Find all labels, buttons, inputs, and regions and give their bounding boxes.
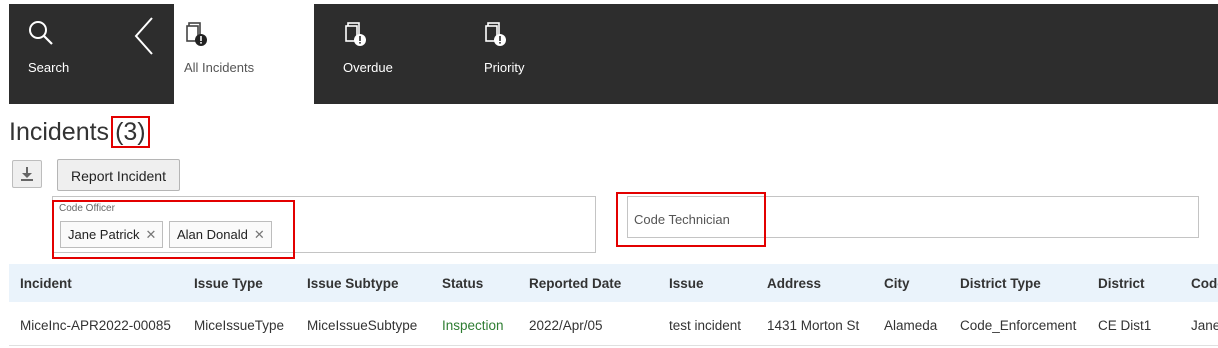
cell-issue: test incident bbox=[669, 318, 742, 333]
column-header[interactable]: Issue Subtype bbox=[307, 276, 399, 291]
report-incident-button[interactable]: Report Incident bbox=[57, 159, 180, 191]
cell-incident[interactable]: MiceInc-APR2022-00085 bbox=[20, 318, 171, 333]
tab-label: All Incidents bbox=[184, 60, 255, 75]
column-header[interactable]: Code bbox=[1191, 276, 1218, 291]
tab-all-incidents[interactable]: All Incidents bbox=[174, 4, 314, 104]
incident-list-icon bbox=[345, 22, 367, 53]
filter-chip-alan-donald[interactable]: Alan Donald ✕ bbox=[169, 221, 272, 248]
column-header[interactable]: Issue bbox=[669, 276, 704, 291]
tab-label: Priority bbox=[484, 60, 525, 75]
cell-district-type: Code_Enforcement bbox=[960, 318, 1077, 333]
chip-label: Alan Donald bbox=[177, 227, 248, 242]
row-divider bbox=[9, 345, 1218, 346]
cell-issue-type: MiceIssueType bbox=[194, 318, 285, 333]
search-icon bbox=[28, 20, 54, 51]
column-header[interactable]: District Type bbox=[960, 276, 1041, 291]
cell-status: Inspection bbox=[442, 318, 504, 333]
column-header[interactable]: Reported Date bbox=[529, 276, 621, 291]
incident-list-icon bbox=[186, 22, 208, 53]
code-officer-label: Code Officer bbox=[59, 203, 115, 214]
code-technician-placeholder: Code Technician bbox=[634, 212, 730, 227]
search-label: Search bbox=[28, 60, 70, 75]
incident-list-icon bbox=[485, 22, 507, 53]
column-header[interactable]: Status bbox=[442, 276, 483, 291]
close-icon[interactable]: ✕ bbox=[254, 227, 265, 242]
column-header[interactable]: Incident bbox=[20, 276, 72, 291]
column-header[interactable]: City bbox=[884, 276, 910, 291]
close-icon[interactable]: ✕ bbox=[146, 227, 157, 242]
cell-reported-date: 2022/Apr/05 bbox=[529, 318, 603, 333]
cell-issue-subtype: MiceIssueSubtype bbox=[307, 318, 418, 333]
tab-priority[interactable]: Priority bbox=[474, 4, 584, 104]
cell-city: Alameda bbox=[884, 318, 938, 333]
column-header[interactable]: Address bbox=[767, 276, 821, 291]
tab-label: Overdue bbox=[343, 60, 393, 75]
code-technician-input[interactable]: Code Technician bbox=[627, 196, 1199, 238]
cell-address: 1431 Morton St bbox=[767, 318, 860, 333]
incident-count: (3) bbox=[111, 116, 150, 148]
cell-district: CE Dist1 bbox=[1098, 318, 1152, 333]
column-header[interactable]: District bbox=[1098, 276, 1145, 291]
column-header[interactable]: Issue Type bbox=[194, 276, 263, 291]
download-button[interactable] bbox=[12, 160, 42, 188]
chip-label: Jane Patrick bbox=[68, 227, 140, 242]
code-officer-filter[interactable]: Code Officer Jane Patrick ✕ Alan Donald ✕ bbox=[52, 196, 596, 253]
page-title-text: Incidents bbox=[9, 118, 110, 146]
search-nav-item[interactable]: Search bbox=[9, 4, 169, 104]
chevron-left-icon[interactable] bbox=[133, 16, 155, 61]
cell-code: Jane bbox=[1191, 318, 1218, 333]
filter-chip-jane-patrick[interactable]: Jane Patrick ✕ bbox=[60, 221, 164, 248]
page-title: Incidents (3) bbox=[9, 116, 150, 148]
tab-overdue[interactable]: Overdue bbox=[334, 4, 464, 104]
